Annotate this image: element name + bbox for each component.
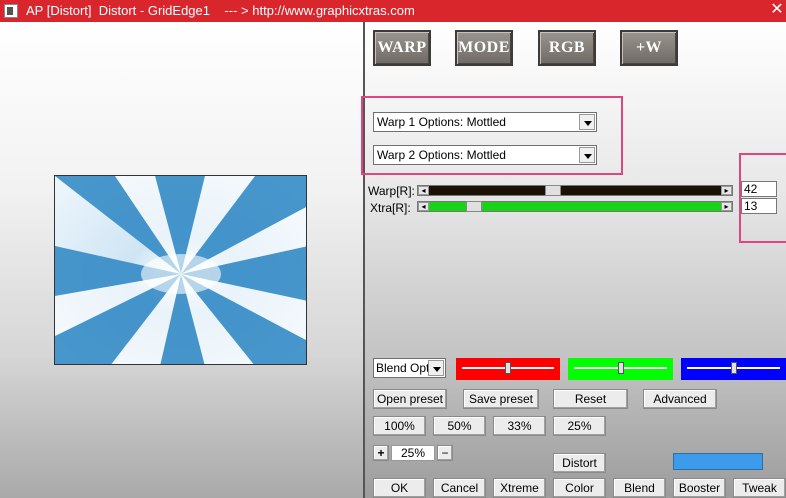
- xtreme-button[interactable]: Xtreme: [493, 478, 546, 498]
- xtra-slider-thumb[interactable]: [465, 201, 482, 212]
- warp-slider-thumb[interactable]: [545, 185, 562, 196]
- plus-w-button[interactable]: +W: [620, 30, 678, 66]
- zoom-out-button[interactable]: −: [437, 445, 453, 461]
- reset-button[interactable]: Reset: [553, 389, 628, 409]
- blue-slider-thumb[interactable]: [730, 362, 737, 374]
- close-button[interactable]: ✕: [768, 1, 786, 19]
- warp-slider-label: Warp[R]:: [368, 184, 415, 198]
- xtra-value-field[interactable]: 13: [741, 198, 777, 214]
- app-icon: [4, 4, 18, 18]
- arrow-right-icon[interactable]: ▸: [721, 186, 732, 195]
- blue-channel-slider[interactable]: [681, 358, 786, 380]
- red-slider-thumb[interactable]: [505, 362, 511, 374]
- preview-image-graphic: [55, 176, 306, 364]
- save-preset-button[interactable]: Save preset: [463, 389, 539, 409]
- window-title: AP [Distort] Distort - GridEdge1 --- > h…: [26, 3, 415, 18]
- distort-button[interactable]: Distort: [553, 453, 606, 473]
- zoom-50-button[interactable]: 50%: [433, 416, 486, 436]
- zoom-in-button[interactable]: +: [373, 445, 389, 461]
- blend-button[interactable]: Blend: [613, 478, 666, 498]
- warp-value-field[interactable]: 42: [741, 181, 777, 197]
- zoom-level-field[interactable]: 25%: [391, 445, 435, 461]
- booster-button[interactable]: Booster: [673, 478, 726, 498]
- arrow-left-icon[interactable]: ◂: [418, 202, 429, 211]
- preview-image: [54, 175, 307, 365]
- warp2-options-select[interactable]: Warp 2 Options: Mottled: [373, 145, 597, 165]
- green-channel-slider[interactable]: [568, 358, 673, 380]
- zoom-100-button[interactable]: 100%: [373, 416, 426, 436]
- warp2-options-value: Warp 2 Options: Mottled: [377, 148, 506, 162]
- xtra-slider-label: Xtra[R]:: [370, 201, 411, 215]
- arrow-left-icon[interactable]: ◂: [418, 186, 429, 195]
- chevron-down-icon[interactable]: [579, 147, 595, 163]
- advanced-button[interactable]: Advanced: [643, 389, 717, 409]
- title-bar: AP [Distort] Distort - GridEdge1 --- > h…: [0, 0, 786, 22]
- xtra-slider[interactable]: ◂ ▸: [417, 201, 733, 212]
- tweak-button[interactable]: Tweak: [733, 478, 786, 498]
- color-swatch[interactable]: [673, 453, 763, 470]
- zoom-33-button[interactable]: 33%: [493, 416, 546, 436]
- chevron-down-icon[interactable]: [428, 360, 444, 376]
- red-channel-slider[interactable]: [456, 358, 560, 380]
- warp1-options-select[interactable]: Warp 1 Options: Mottled: [373, 112, 597, 132]
- warp1-options-value: Warp 1 Options: Mottled: [377, 115, 506, 129]
- green-slider-thumb[interactable]: [617, 362, 624, 374]
- warp-mode-button[interactable]: WARP: [373, 30, 431, 66]
- warp-slider[interactable]: ◂ ▸: [417, 185, 733, 196]
- cancel-button[interactable]: Cancel: [433, 478, 486, 498]
- chevron-down-icon[interactable]: [579, 114, 595, 130]
- mode-button[interactable]: MODE: [455, 30, 513, 66]
- ok-button[interactable]: OK: [373, 478, 426, 498]
- arrow-right-icon[interactable]: ▸: [721, 202, 732, 211]
- zoom-25-button[interactable]: 25%: [553, 416, 606, 436]
- rgb-button[interactable]: RGB: [538, 30, 596, 66]
- color-button[interactable]: Color: [553, 478, 606, 498]
- open-preset-button[interactable]: Open preset: [373, 389, 447, 409]
- blend-options-select[interactable]: Blend Optio: [373, 358, 446, 378]
